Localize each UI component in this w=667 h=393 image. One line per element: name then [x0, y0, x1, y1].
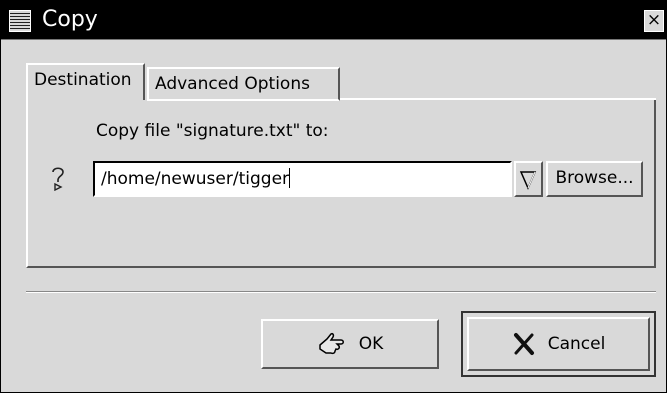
question-mark-icon	[49, 165, 67, 197]
window-menu-icon[interactable]	[9, 10, 31, 32]
tab-panel-top-edge	[340, 98, 656, 100]
button-area-divider	[26, 291, 656, 293]
tab-advanced-options-label: Advanced Options	[155, 74, 310, 94]
tab-destination-label: Destination	[34, 70, 132, 90]
browse-button[interactable]: Browse...	[546, 161, 643, 197]
x-mark-icon	[513, 333, 534, 355]
text-cursor	[289, 168, 291, 188]
destination-path-input[interactable]: /home/newuser/tigger	[93, 161, 512, 197]
close-button[interactable]: ×	[644, 10, 664, 32]
dropdown-triangle-icon	[519, 171, 537, 190]
cancel-button-label: Cancel	[547, 334, 606, 354]
copy-dialog: Copy × Destination Advanced Options Copy…	[0, 0, 667, 393]
titlebar-divider	[1, 39, 666, 40]
window-title: Copy	[42, 7, 98, 32]
cancel-button[interactable]: Cancel	[467, 317, 650, 371]
title-bar[interactable]: Copy ×	[1, 1, 666, 39]
path-history-dropdown-button[interactable]	[514, 161, 543, 197]
ok-hand-icon	[318, 333, 344, 355]
copy-prompt-label: Copy file "signature.txt" to:	[96, 121, 329, 141]
tab-destination[interactable]: Destination	[26, 63, 145, 100]
destination-path-value: /home/newuser/tigger	[101, 169, 290, 189]
ok-button[interactable]: OK	[261, 319, 439, 369]
ok-button-label: OK	[358, 334, 384, 354]
tab-advanced-options[interactable]: Advanced Options	[147, 67, 340, 101]
